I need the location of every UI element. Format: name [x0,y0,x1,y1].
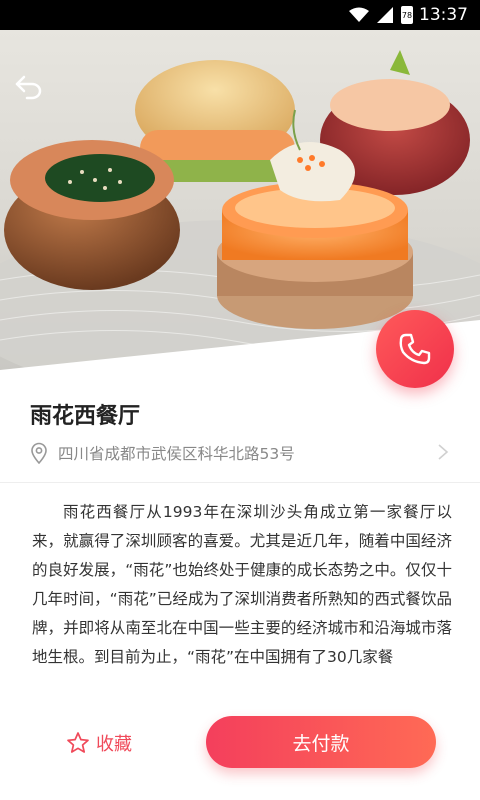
favorite-label: 收藏 [96,734,132,755]
chevron-right-icon [438,444,449,460]
back-button[interactable] [12,70,46,104]
star-icon [67,732,89,753]
location-pin-icon [31,442,47,464]
restaurant-name: 雨花西餐厅 [30,404,141,429]
restaurant-description: 雨花西餐厅从1993年在深圳沙头角成立第一家餐厅以来，就赢得了深圳顾客的喜爱。尤… [32,503,452,666]
cell-signal-icon [377,7,393,23]
battery-level: 78 [401,10,413,20]
call-button[interactable] [376,310,454,388]
address-text: 四川省成都市武侯区科华北路53号 [58,445,295,463]
wifi-icon [349,7,369,22]
pay-button[interactable]: 去付款 [206,716,436,768]
address-row[interactable]: 四川省成都市武侯区科华北路53号 [30,440,450,466]
status-bar: 78 13:37 [0,0,480,30]
favorite-button[interactable]: 收藏 [66,728,132,758]
back-arrow-icon [15,75,42,100]
battery-icon: 78 [401,6,413,24]
status-time: 13:37 [419,5,468,25]
bottom-action-bar: 收藏 去付款 [0,700,480,800]
phone-icon [399,333,431,365]
divider [0,482,480,483]
